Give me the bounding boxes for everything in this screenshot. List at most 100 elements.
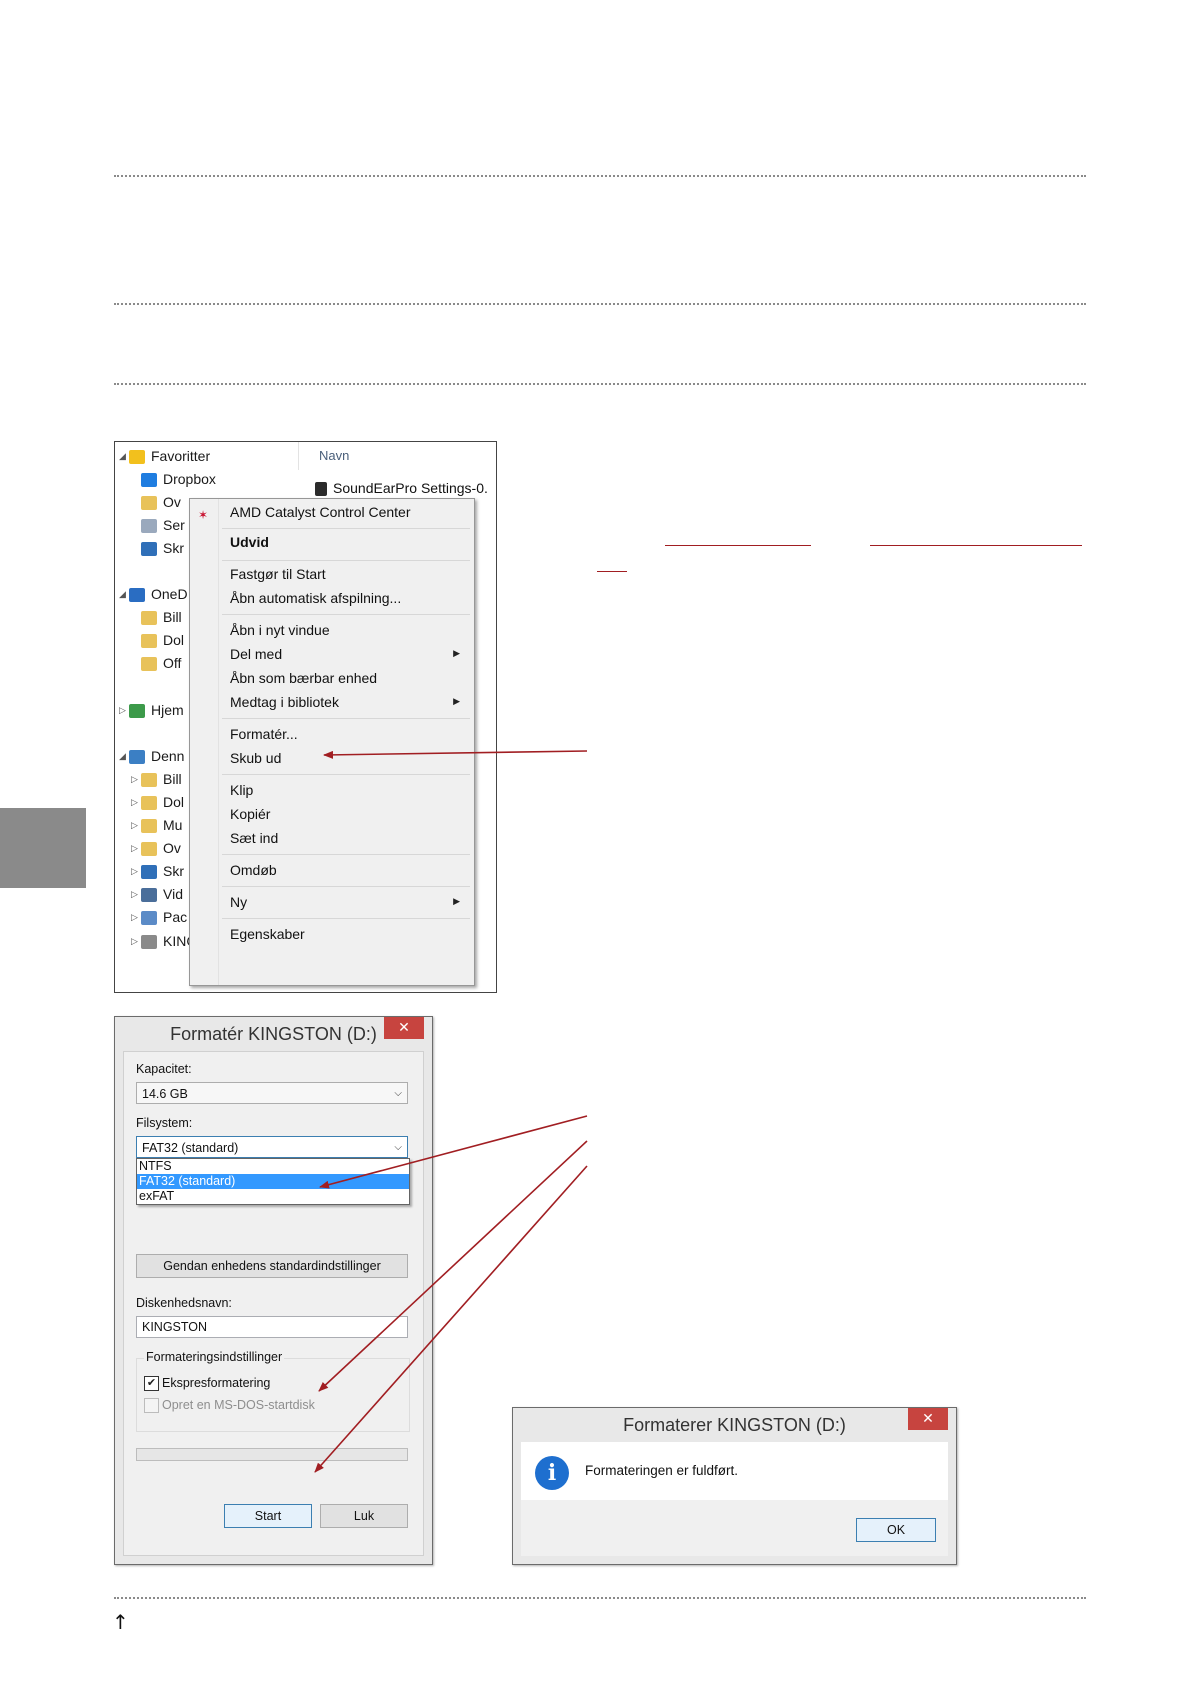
tree-item-label: Pac	[163, 909, 188, 925]
onedrive-icon	[129, 588, 145, 603]
tree-item-label: Ov	[163, 494, 181, 510]
volume-label-input[interactable]: KINGSTON	[136, 1316, 408, 1338]
filesystem-label: Filsystem:	[136, 1116, 193, 1130]
tree-item-label: Off	[163, 655, 182, 671]
folder-icon	[141, 611, 157, 626]
column-header-name[interactable]: Navn	[319, 448, 349, 463]
link-underline	[870, 545, 1082, 546]
format-options-label: Formateringsindstillinger	[144, 1350, 285, 1364]
filesystem-option[interactable]: FAT32 (standard)	[137, 1174, 409, 1189]
expander-icon[interactable]: ▷	[131, 884, 141, 906]
column-separator	[298, 442, 299, 470]
recent-places-icon	[141, 519, 157, 534]
context-menu-item[interactable]: Åbn automatisk afspilning...	[230, 590, 401, 606]
context-menu-item[interactable]: Medtag i bibliotek	[230, 694, 339, 710]
tree-item[interactable]: ▷ Vid	[131, 883, 183, 905]
context-menu-item[interactable]: Udvid	[230, 534, 269, 550]
filesystem-select[interactable]: FAT32 (standard) ⌵	[136, 1136, 408, 1158]
tree-item[interactable]: Skr	[131, 537, 184, 559]
expander-icon[interactable]: ▷	[131, 838, 141, 860]
quick-format-checkbox[interactable]: ✔	[144, 1376, 159, 1391]
context-menu-item[interactable]: Del med	[230, 646, 282, 662]
desktop-icon	[141, 865, 157, 880]
music-icon	[141, 819, 157, 834]
restore-defaults-button[interactable]: Gendan enhedens standardindstillinger	[136, 1254, 408, 1278]
file-item[interactable]: SoundEarPro Settings-0.	[315, 480, 488, 497]
tree-item[interactable]: Bill	[131, 606, 182, 628]
tree-item-label: Favoritter	[151, 448, 211, 464]
tree-item-label: Bill	[163, 771, 182, 787]
tree-item[interactable]: ▷ Dol	[131, 791, 184, 813]
menu-separator	[222, 528, 470, 529]
context-menu-item[interactable]: Klip	[230, 782, 253, 798]
desktop-icon	[141, 542, 157, 557]
folder-icon	[141, 657, 157, 672]
context-menu-item[interactable]: Egenskaber	[230, 926, 305, 942]
context-menu-item[interactable]: Omdøb	[230, 862, 277, 878]
usb-drive-icon	[141, 935, 157, 950]
expander-icon[interactable]: ▷	[131, 931, 141, 953]
menu-separator	[222, 854, 470, 855]
submenu-arrow-icon: ▶	[453, 897, 460, 907]
context-menu-item[interactable]: AMD Catalyst Control Center	[230, 504, 411, 520]
filesystem-dropdown: NTFS FAT32 (standard) exFAT	[136, 1158, 410, 1205]
context-menu-item[interactable]: Åbn i nyt vindue	[230, 622, 330, 638]
expander-icon[interactable]: ▷	[131, 907, 141, 929]
context-menu-item[interactable]: Sæt ind	[230, 830, 278, 846]
expander-icon[interactable]: ▷	[131, 815, 141, 837]
quick-format-label: Ekspresformatering	[162, 1376, 271, 1390]
capacity-select[interactable]: 14.6 GB ⌵	[136, 1082, 408, 1104]
tree-item[interactable]: ▷ Bill	[131, 768, 182, 790]
tree-item[interactable]: ◢ Denn	[119, 745, 184, 767]
tree-item-label: Denn	[151, 748, 185, 764]
msdos-startup-checkbox[interactable]	[144, 1398, 159, 1413]
context-menu-item[interactable]: Fastgør til Start	[230, 566, 326, 582]
tree-item[interactable]: ▷ Mu	[131, 814, 182, 836]
close-icon[interactable]: ✕	[384, 1017, 424, 1039]
filesystem-option[interactable]: NTFS	[137, 1159, 409, 1174]
format-progress-bar	[136, 1448, 408, 1461]
dotted-rule	[114, 303, 1086, 305]
context-menu-item[interactable]: Skub ud	[230, 750, 281, 766]
star-icon	[129, 450, 145, 465]
link-underline	[597, 571, 627, 572]
context-menu-item[interactable]: Åbn som bærbar enhed	[230, 670, 377, 686]
chapter-tab	[0, 808, 86, 888]
expander-icon[interactable]: ▷	[131, 792, 141, 814]
tree-item[interactable]: Dropbox	[131, 468, 216, 490]
expander-icon[interactable]: ▷	[131, 861, 141, 883]
filesystem-value: FAT32 (standard)	[142, 1141, 239, 1155]
tree-item[interactable]: ◢ Favoritter	[119, 445, 210, 467]
expander-icon[interactable]: ▷	[131, 769, 141, 791]
tree-item[interactable]: ▷ Hjem	[119, 699, 184, 721]
context-menu-item[interactable]: Kopiér	[230, 806, 270, 822]
context-menu: ✶ AMD Catalyst Control Center Udvid Fastgø…	[189, 498, 475, 986]
tree-item[interactable]: ◢ OneD	[119, 583, 188, 605]
menu-separator	[222, 886, 470, 887]
expander-icon[interactable]: ▷	[119, 700, 129, 722]
tree-item[interactable]: ▷ Ov	[131, 837, 181, 859]
context-menu-item[interactable]: Ny	[230, 894, 247, 910]
expander-icon[interactable]: ◢	[119, 746, 129, 768]
tree-item[interactable]: Off	[131, 652, 181, 674]
submenu-arrow-icon: ▶	[453, 649, 460, 659]
tree-item[interactable]: Ser	[131, 514, 185, 536]
filesystem-option[interactable]: exFAT	[137, 1189, 409, 1204]
up-arrow-icon[interactable]: ↑	[112, 1612, 129, 1632]
start-button[interactable]: Start	[224, 1504, 312, 1528]
local-disk-icon	[141, 911, 157, 926]
expander-icon[interactable]: ◢	[119, 446, 129, 468]
context-menu-item[interactable]: Formatér...	[230, 726, 298, 742]
tree-item[interactable]: ▷ Skr	[131, 860, 184, 882]
tree-item[interactable]: ▷ Pac	[131, 906, 187, 928]
close-button[interactable]: Luk	[320, 1504, 408, 1528]
ok-button[interactable]: OK	[856, 1518, 936, 1542]
info-icon: i	[535, 1456, 569, 1490]
tree-item-label: Skr	[163, 540, 184, 556]
submenu-arrow-icon: ▶	[453, 697, 460, 707]
expander-icon[interactable]: ◢	[119, 584, 129, 606]
tree-item-label: Hjem	[151, 702, 184, 718]
tree-item[interactable]: Ov	[131, 491, 181, 513]
close-icon[interactable]: ✕	[908, 1408, 948, 1430]
tree-item[interactable]: Dol	[131, 629, 184, 651]
